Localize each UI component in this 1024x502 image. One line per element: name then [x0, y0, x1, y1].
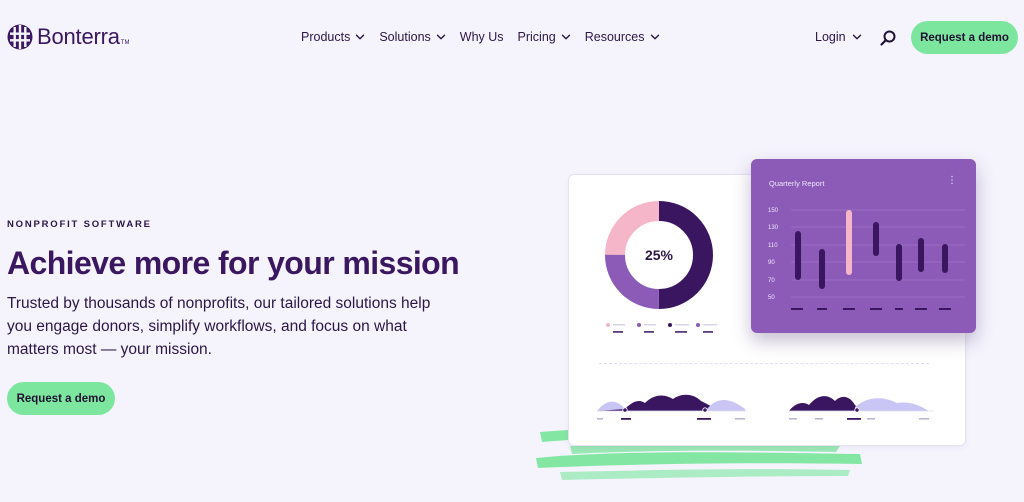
hero-illustration: 25% Quarterly Report ⋮ 150 130 110 90 70… — [530, 155, 990, 495]
donut-legend — [606, 323, 717, 333]
chevron-down-icon — [356, 34, 365, 40]
chevron-down-icon — [561, 34, 570, 40]
more-vertical-icon[interactable]: ⋮ — [947, 176, 957, 186]
area-chart-left — [597, 394, 747, 420]
request-demo-button-header[interactable]: Request a demo — [911, 21, 1018, 54]
hero-title: Achieve more for your mission — [7, 245, 460, 281]
y-tick-label: 50 — [768, 295, 775, 301]
hero-subtitle: Trusted by thousands of nonprofits, our … — [7, 295, 431, 358]
logo-trademark: TM — [120, 40, 130, 46]
y-tick-label: 150 — [768, 208, 779, 214]
y-tick-label: 110 — [768, 243, 778, 249]
nav-resources-label: Resources — [584, 30, 645, 44]
login-label: Login — [815, 30, 846, 44]
site-header: Bonterra TM Products Solutions Why Us Pr… — [0, 0, 1024, 74]
hero-eyebrow: NONPROFIT SOFTWARE — [7, 219, 152, 230]
area-chart-right — [789, 396, 934, 420]
y-tick-label: 70 — [768, 278, 775, 284]
nav-pricing-label: Pricing — [517, 30, 556, 44]
main-nav: Products Solutions Why Us Pricing Resour… — [301, 30, 674, 44]
request-demo-button-hero[interactable]: Request a demo — [7, 382, 115, 415]
chevron-down-icon — [436, 34, 445, 40]
nav-solutions-label: Solutions — [379, 30, 431, 44]
nav-pricing[interactable]: Pricing — [518, 30, 571, 44]
quarterly-report-card: Quarterly Report ⋮ 150 130 110 90 70 50 — [751, 159, 976, 333]
search-icon[interactable] — [879, 29, 897, 47]
nav-products-label: Products — [301, 30, 351, 44]
nav-products[interactable]: Products — [301, 30, 365, 44]
nav-solutions[interactable]: Solutions — [379, 30, 445, 44]
report-candlestick-chart: 150 130 110 90 70 50 — [768, 208, 965, 310]
chevron-down-icon — [852, 34, 861, 40]
bonterra-logo-icon — [7, 24, 33, 50]
donut-percent-label: 25% — [644, 247, 674, 263]
nav-resources[interactable]: Resources — [585, 30, 660, 44]
bonterra-logo[interactable]: Bonterra TM — [7, 24, 129, 50]
nav-why-us-label: Why Us — [459, 30, 504, 44]
card-divider — [599, 363, 929, 365]
y-tick-label: 90 — [768, 260, 775, 266]
chevron-down-icon — [650, 34, 659, 40]
logo-wordmark: Bonterra — [37, 24, 120, 49]
nav-why-us[interactable]: Why Us — [460, 30, 504, 44]
y-tick-label: 130 — [768, 225, 779, 231]
login-menu[interactable]: Login — [815, 30, 862, 44]
report-title: Quarterly Report — [769, 179, 825, 188]
